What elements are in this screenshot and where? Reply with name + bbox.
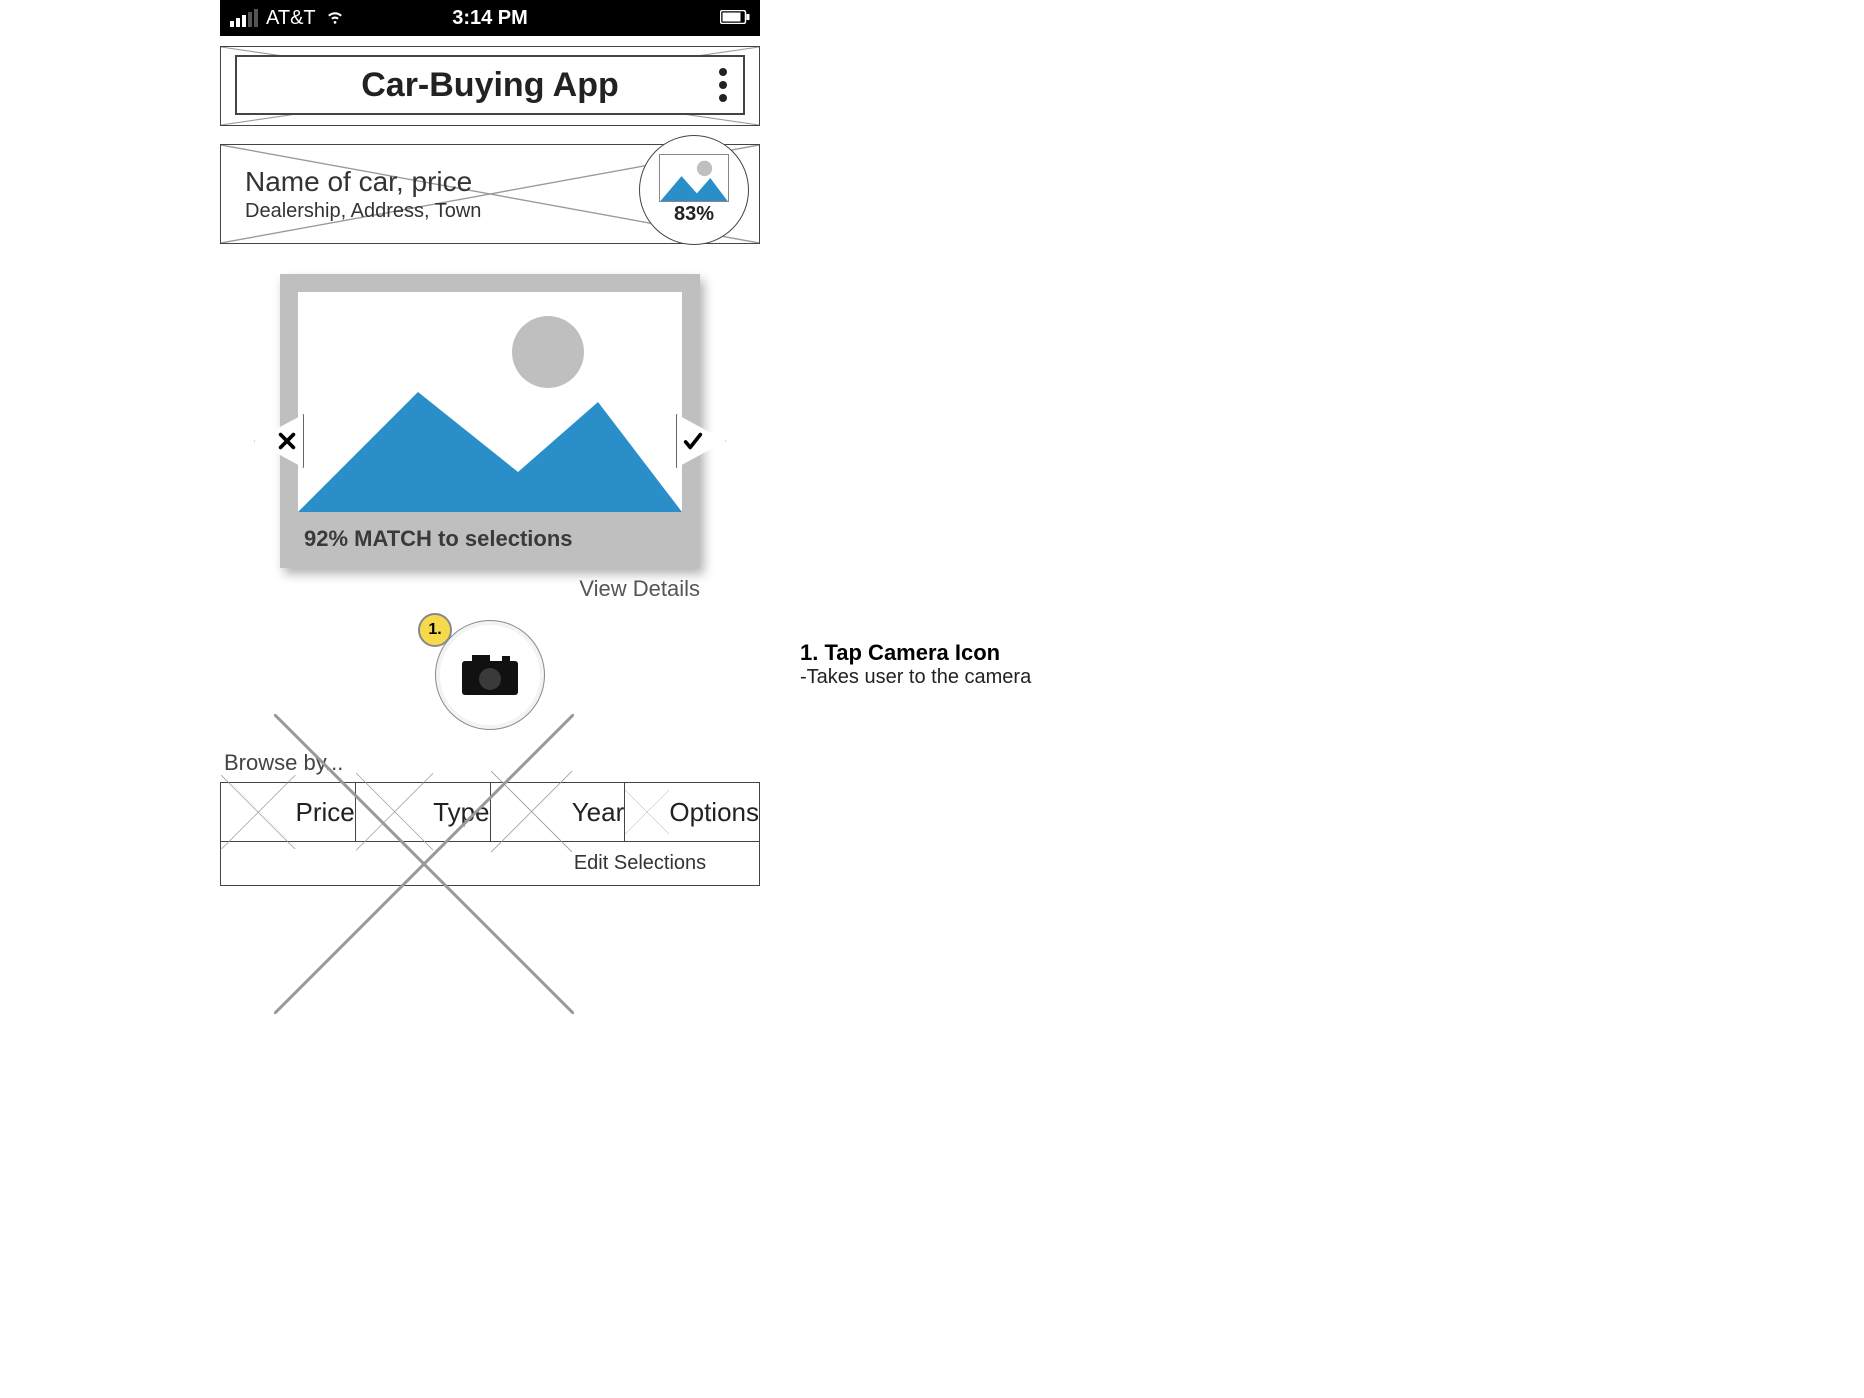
match-thumbnail[interactable]: 83% bbox=[639, 135, 749, 245]
app-title: Car-Buying App bbox=[361, 66, 619, 105]
car-name: Name of car, price bbox=[245, 166, 481, 198]
status-bar: AT&T 3:14 PM bbox=[220, 0, 760, 36]
annotation-note: 1. Tap Camera Icon -Takes user to the ca… bbox=[800, 640, 1200, 689]
car-subtitle: Dealership, Address, Town bbox=[245, 200, 481, 223]
annotation-marker: 1. bbox=[418, 613, 452, 647]
clock: 3:14 PM bbox=[452, 7, 528, 30]
accept-button[interactable] bbox=[676, 414, 726, 468]
main-match-card: 92% MATCH to selections bbox=[280, 274, 700, 568]
browse-tab-label: Year bbox=[572, 797, 625, 828]
carrier-label: AT&T bbox=[266, 7, 316, 30]
car-info-row[interactable]: Name of car, price Dealership, Address, … bbox=[220, 144, 760, 244]
kebab-menu-icon[interactable] bbox=[719, 68, 727, 102]
image-placeholder-icon bbox=[659, 154, 729, 202]
camera-icon bbox=[458, 649, 522, 702]
battery-icon bbox=[720, 7, 750, 30]
annotation-body: -Takes user to the camera bbox=[800, 666, 1200, 689]
edit-selections-button[interactable]: Edit Selections bbox=[220, 842, 760, 886]
annotation-title: 1. Tap Camera Icon bbox=[800, 640, 1200, 666]
signal-icon bbox=[230, 9, 258, 27]
browse-tab-options[interactable]: Options bbox=[625, 783, 759, 841]
image-placeholder-icon bbox=[298, 292, 682, 512]
edit-selections-label: Edit Selections bbox=[574, 852, 706, 875]
reject-button[interactable] bbox=[254, 414, 304, 468]
app-header: Car-Buying App bbox=[220, 46, 760, 126]
thumbnail-percent: 83% bbox=[674, 203, 714, 226]
view-details-link[interactable]: View Details bbox=[280, 576, 700, 602]
phone-mockup: AT&T 3:14 PM Car-Buying App Name of car,… bbox=[220, 0, 760, 886]
match-text: 92% MATCH to selections bbox=[298, 512, 682, 558]
wifi-icon bbox=[324, 4, 346, 32]
browse-tab-label: Options bbox=[669, 797, 759, 828]
